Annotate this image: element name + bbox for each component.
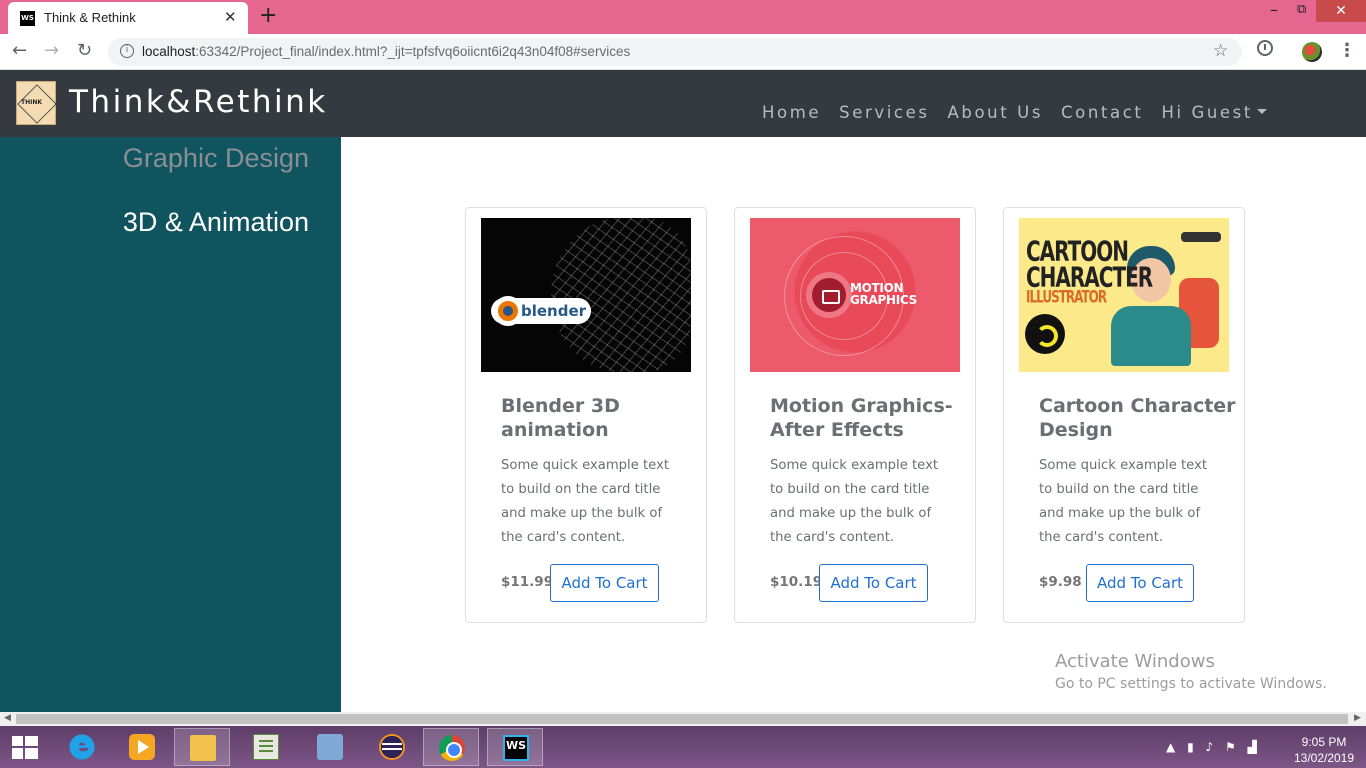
taskbar-control-panel[interactable] [302, 728, 358, 766]
site-navbar: THINK Think&Rethink Home Services About … [0, 70, 1366, 137]
card-title: Motion Graphics-After Effects [770, 395, 953, 441]
network-signal-icon[interactable]: ▟ [1248, 740, 1257, 754]
volume-icon[interactable]: ♪ [1206, 740, 1214, 754]
back-arrow-icon[interactable]: ← [12, 40, 27, 61]
chrome-icon [439, 735, 465, 761]
taskbar-webstorm[interactable]: WS [487, 728, 543, 766]
nav-about-us[interactable]: About Us [948, 103, 1044, 122]
tab-title: Think & Rethink [44, 10, 136, 25]
card-price: $9.98 [1039, 574, 1082, 590]
internet-explorer-icon: e [69, 733, 95, 760]
browser-tab-strip: WS Think & Rethink ✕ + – ⧉ ✕ [0, 0, 1366, 34]
clock-time: 9:05 PM [1301, 735, 1347, 749]
product-card-motion-graphics: MOTION GRAPHICS Motion Graphics-After Eff… [734, 207, 976, 623]
bookmark-star-icon[interactable]: ☆ [1213, 41, 1228, 61]
add-to-cart-button[interactable]: Add To Cart [1086, 564, 1194, 602]
sidebar-item-graphic-design[interactable]: Graphic Design [123, 143, 309, 174]
webstorm-favicon-icon: WS [20, 11, 35, 26]
profile-avatar-icon[interactable] [1302, 42, 1322, 62]
card-text: Some quick example text to build on the … [770, 458, 939, 545]
close-window-icon[interactable]: ✕ [1316, 0, 1366, 22]
url-path: :63342/Project_final/index.html?_ijt=tpf… [195, 44, 631, 59]
taskbar-notepad-plus[interactable] [238, 728, 294, 766]
url-text: localhost:63342/Project_final/index.html… [142, 44, 630, 59]
system-tray: ▲ ▮ ♪ ⚑ ▟ [1166, 740, 1265, 754]
card-price: $10.19 [770, 574, 823, 590]
services-sidebar: Graphic Design 3D & Animation [0, 137, 341, 712]
taskbar-chrome[interactable] [423, 728, 479, 766]
history-icon[interactable] [1257, 40, 1273, 56]
drone-graphic [1181, 232, 1221, 242]
character-body-graphic [1111, 306, 1191, 366]
url-host: localhost [142, 44, 196, 59]
restore-window-icon[interactable]: ⧉ [1297, 2, 1306, 17]
badge-logo-icon [1025, 314, 1065, 354]
product-card-blender: blender Blender 3D animation Some quick … [465, 207, 707, 623]
blender-card-image: blender [481, 218, 691, 372]
sidebar-item-3d-animation[interactable]: 3D & Animation [123, 207, 309, 238]
product-card-cartoon: CARTOON CHARACTER ILLUSTRATOR Cartoon Ch… [1003, 207, 1245, 623]
nav-links: Home Services About Us Contact Hi Guest [762, 103, 1285, 122]
brand-name[interactable]: Think&Rethink [69, 84, 328, 120]
illustrator-text: ILLUSTRATOR [1026, 287, 1107, 307]
logo-text: THINK [21, 99, 43, 106]
activation-watermark-title: Activate Windows [1055, 651, 1215, 672]
media-player-icon [129, 734, 155, 760]
card-title: Blender 3D animation [501, 395, 620, 441]
windows-taskbar: e WS ▲ ▮ ♪ ⚑ ▟ 9:05 PM 13/02/2019 [0, 726, 1366, 768]
card-text: Some quick example text to build on the … [501, 458, 670, 545]
card-title: Cartoon Character Design [1039, 395, 1236, 441]
add-to-cart-button[interactable]: Add To Cart [550, 564, 659, 602]
scrollbar-thumb[interactable] [16, 714, 1348, 724]
taskbar-eclipse[interactable] [364, 728, 420, 766]
clock-date: 13/02/2019 [1293, 751, 1355, 765]
flag-icon[interactable]: ⚑ [1225, 740, 1236, 754]
taskbar-file-explorer[interactable] [174, 728, 230, 766]
new-tab-icon[interactable]: + [259, 3, 277, 28]
graphics-text: GRAPHICS [850, 293, 917, 307]
browser-toolbar: ← → ↻ i localhost:63342/Project_final/in… [0, 34, 1366, 70]
site-info-icon[interactable]: i [120, 44, 134, 58]
minimize-window-icon[interactable]: – [1270, 0, 1278, 19]
battery-icon[interactable]: ▮ [1187, 740, 1194, 754]
eclipse-icon [379, 734, 405, 760]
browser-menu-icon[interactable]: ⋮ [1338, 40, 1356, 61]
show-hidden-icons-icon[interactable]: ▲ [1166, 740, 1175, 754]
wireframe-monkey-graphic [551, 218, 691, 372]
motion-graphics-card-image: MOTION GRAPHICS [750, 218, 960, 372]
webstorm-icon: WS [503, 735, 529, 761]
control-panel-icon [317, 734, 343, 760]
nav-contact[interactable]: Contact [1061, 103, 1143, 122]
taskbar-internet-explorer[interactable]: e [54, 728, 110, 766]
blender-logo-icon [493, 296, 523, 326]
file-explorer-icon [190, 735, 216, 761]
scroll-right-icon[interactable]: ▶ [1354, 713, 1361, 723]
motion-graphics-logo-icon [812, 278, 846, 312]
nav-services[interactable]: Services [839, 103, 929, 122]
site-logo[interactable]: THINK [16, 81, 57, 125]
close-tab-icon[interactable]: ✕ [224, 8, 237, 26]
notepad-plus-icon [253, 734, 279, 760]
start-button-icon[interactable] [12, 736, 38, 760]
forward-arrow-icon[interactable]: → [44, 40, 59, 61]
reload-icon[interactable]: ↻ [77, 40, 92, 61]
card-price: $11.99 [501, 574, 554, 590]
taskbar-media-player[interactable] [114, 728, 170, 766]
horizontal-scrollbar[interactable]: ◀ ▶ [0, 712, 1366, 726]
cartoon-card-image: CARTOON CHARACTER ILLUSTRATOR [1019, 218, 1229, 372]
address-bar[interactable]: i localhost:63342/Project_final/index.ht… [108, 38, 1242, 66]
nav-home[interactable]: Home [762, 103, 821, 122]
card-text: Some quick example text to build on the … [1039, 458, 1208, 545]
scroll-left-icon[interactable]: ◀ [4, 713, 11, 723]
nav-user-dropdown[interactable]: Hi Guest [1161, 103, 1267, 122]
add-to-cart-button[interactable]: Add To Cart [819, 564, 928, 602]
blender-logo-text: blender [521, 302, 587, 320]
browser-tab[interactable]: WS Think & Rethink ✕ [8, 2, 248, 34]
system-clock[interactable]: 9:05 PM 13/02/2019 [1290, 734, 1358, 766]
activation-watermark-subtitle: Go to PC settings to activate Windows. [1055, 676, 1327, 692]
motion-graphics-logo-text: MOTION GRAPHICS [850, 282, 917, 306]
